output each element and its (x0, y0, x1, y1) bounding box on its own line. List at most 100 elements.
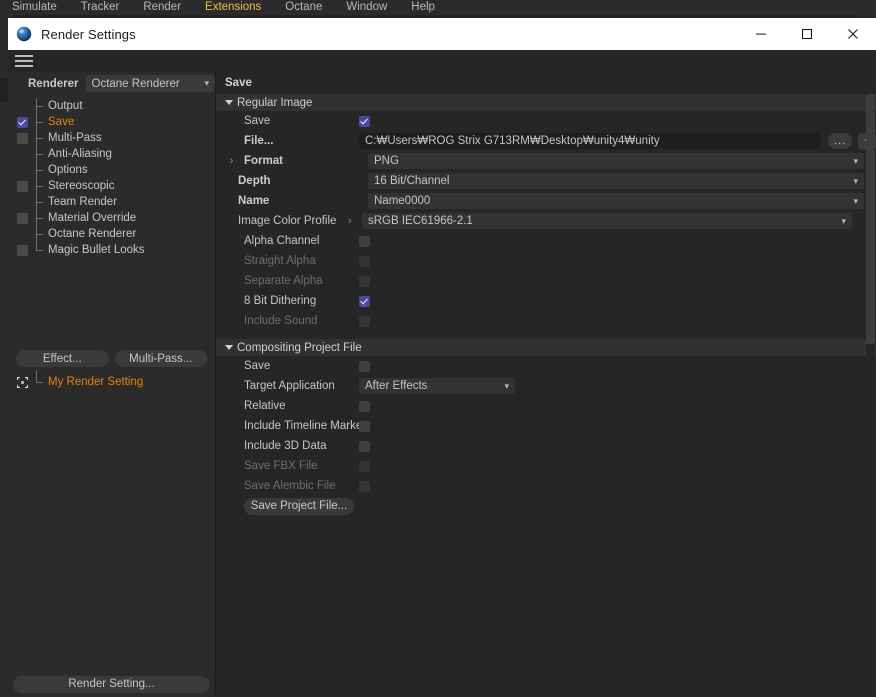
include-sound-label: Include Sound (244, 315, 318, 327)
row-save-project-file: Save Project File... (216, 496, 876, 516)
renderer-select-value: Octane Renderer (91, 77, 180, 90)
tree-item-label: Options (48, 164, 88, 176)
depth-select[interactable]: 16 Bit/Channel ▾ (368, 173, 864, 189)
tree-checkbox-slot (8, 116, 36, 128)
settings-content-pane: Save Regular Image Save File... C:₩Users… (216, 72, 876, 697)
row-image-color-profile: Image Color Profile › sRGB IEC61966-2.1 … (216, 211, 876, 231)
menu-item-help[interactable]: Help (399, 0, 447, 15)
renderer-select[interactable]: Octane Renderer ▾ (85, 75, 215, 92)
window-controls (738, 18, 876, 50)
menu-item-simulate[interactable]: Simulate (0, 0, 69, 15)
content-scrollbar-thumb[interactable] (866, 94, 875, 344)
image-color-profile-select[interactable]: sRGB IEC61966-2.1 ▾ (362, 213, 852, 229)
timeline-marker-checkbox[interactable] (359, 420, 370, 432)
depth-value: 16 Bit/Channel (374, 175, 450, 187)
tree-checkbox-multi-pass[interactable] (16, 132, 28, 144)
format-select[interactable]: PNG ▾ (368, 153, 864, 169)
name-input[interactable]: Name0000 ▾ (368, 193, 864, 209)
dithering-label: 8 Bit Dithering (244, 295, 317, 307)
section-header-regular-image[interactable]: Regular Image (216, 94, 876, 111)
row-compositing-save: Save (216, 356, 876, 376)
tree-checkbox-stereoscopic[interactable] (16, 180, 28, 192)
menu-item-extensions[interactable]: Extensions (193, 0, 273, 15)
tree-item-team-render[interactable]: Team Render (8, 194, 215, 210)
window-titlebar[interactable]: Render Settings (8, 18, 876, 50)
file-browse-button[interactable]: ... (827, 133, 853, 149)
image-color-profile-label: Image Color Profile (238, 215, 337, 227)
hamburger-menu-icon[interactable] (14, 54, 34, 68)
render-settings-window: Render Settings Renderer Octane Renderer… (8, 18, 876, 697)
menu-item-tracker[interactable]: Tracker (69, 0, 132, 15)
octane-sphere-icon (16, 26, 32, 42)
tree-connector (36, 242, 48, 258)
tree-item-output[interactable]: Output (8, 98, 215, 114)
tree-item-save[interactable]: Save (8, 114, 215, 130)
tree-checkbox-slot (8, 244, 36, 256)
tree-checkbox-save[interactable] (16, 116, 28, 128)
format-value: PNG (374, 155, 399, 167)
name-value: Name0000 (374, 195, 431, 207)
separate-alpha-label: Separate Alpha (244, 275, 323, 287)
content-tab-title: Save (225, 77, 252, 89)
format-label: Format (244, 155, 283, 167)
alpha-channel-checkbox[interactable] (359, 235, 370, 247)
file-path-value: C:₩Users₩ROG Strix G713RM₩Desktop₩unity4… (365, 135, 660, 147)
chevron-right-icon[interactable]: › (348, 215, 362, 227)
multi-pass-button[interactable]: Multi-Pass... (114, 350, 207, 367)
settings-sidebar: Renderer Octane Renderer ▾ Output Save M… (8, 72, 216, 697)
tree-connector (36, 98, 48, 114)
row-include-3d-data: Include 3D Data (216, 436, 876, 456)
name-label: Name (238, 195, 270, 207)
host-menubar: Simulate Tracker Render Extensions Octan… (0, 0, 876, 15)
menu-item-window[interactable]: Window (334, 0, 399, 15)
render-setting-button[interactable]: Render Setting... (13, 675, 210, 693)
save-image-label: Save (244, 115, 271, 127)
row-target-application: Target Application After Effects ▾ (216, 376, 876, 396)
tree-item-stereoscopic[interactable]: Stereoscopic (8, 178, 215, 194)
minimize-icon[interactable] (738, 18, 784, 50)
tree-connector (36, 162, 48, 178)
tree-checkbox-slot (8, 212, 36, 224)
tree-item-label: Output (48, 100, 83, 112)
relative-checkbox[interactable] (359, 400, 370, 412)
tree-checkbox-magic-bullet-looks[interactable] (16, 244, 28, 256)
row-save-alembic-file: Save Alembic File (216, 476, 876, 496)
render-setting-entry[interactable]: My Render Setting (8, 370, 215, 390)
target-application-select[interactable]: After Effects ▾ (359, 378, 515, 394)
sidebar-footer: Render Setting... (8, 671, 215, 697)
dialog-toolbar (8, 50, 876, 72)
section-header-compositing-project-file[interactable]: Compositing Project File (216, 339, 876, 356)
menu-item-render[interactable]: Render (131, 0, 193, 15)
compositing-save-checkbox[interactable] (359, 360, 370, 372)
format-expand-arrow-slot[interactable]: › (225, 155, 238, 167)
row-include-timeline-marker: Include Timeline Marker (216, 416, 876, 436)
menu-item-octane[interactable]: Octane (273, 0, 334, 15)
content-vertical-scrollbar[interactable] (866, 94, 875, 697)
tree-item-multi-pass[interactable]: Multi-Pass (8, 130, 215, 146)
row-relative: Relative (216, 396, 876, 416)
tree-item-octane-renderer[interactable]: Octane Renderer (8, 226, 215, 242)
close-icon[interactable] (830, 18, 876, 50)
row-8-bit-dithering: 8 Bit Dithering (216, 291, 876, 311)
row-save-fbx-file: Save FBX File (216, 456, 876, 476)
save-fbx-checkbox (359, 460, 370, 472)
row-name: Name Name0000 ▾ (216, 191, 876, 211)
chevron-down-icon: ▾ (841, 215, 846, 226)
tree-item-material-override[interactable]: Material Override (8, 210, 215, 226)
chevron-down-icon: ▾ (853, 155, 858, 166)
save-project-file-button[interactable]: Save Project File... (244, 497, 354, 515)
effect-button[interactable]: Effect... (16, 350, 109, 367)
tree-checkbox-material-override[interactable] (16, 212, 28, 224)
tree-connector (36, 146, 48, 162)
chevron-down-icon: ▾ (204, 78, 209, 88)
save-image-checkbox[interactable] (359, 115, 370, 127)
file-path-input[interactable]: C:₩Users₩ROG Strix G713RM₩Desktop₩unity4… (359, 133, 821, 149)
maximize-icon[interactable] (784, 18, 830, 50)
tree-item-options[interactable]: Options (8, 162, 215, 178)
tree-item-magic-bullet-looks[interactable]: Magic Bullet Looks (8, 242, 215, 258)
dithering-checkbox[interactable] (359, 295, 370, 307)
window-title: Render Settings (41, 26, 136, 42)
row-alpha-channel: Alpha Channel (216, 231, 876, 251)
include-3d-data-checkbox[interactable] (359, 440, 370, 452)
tree-item-anti-aliasing[interactable]: Anti-Aliasing (8, 146, 215, 162)
